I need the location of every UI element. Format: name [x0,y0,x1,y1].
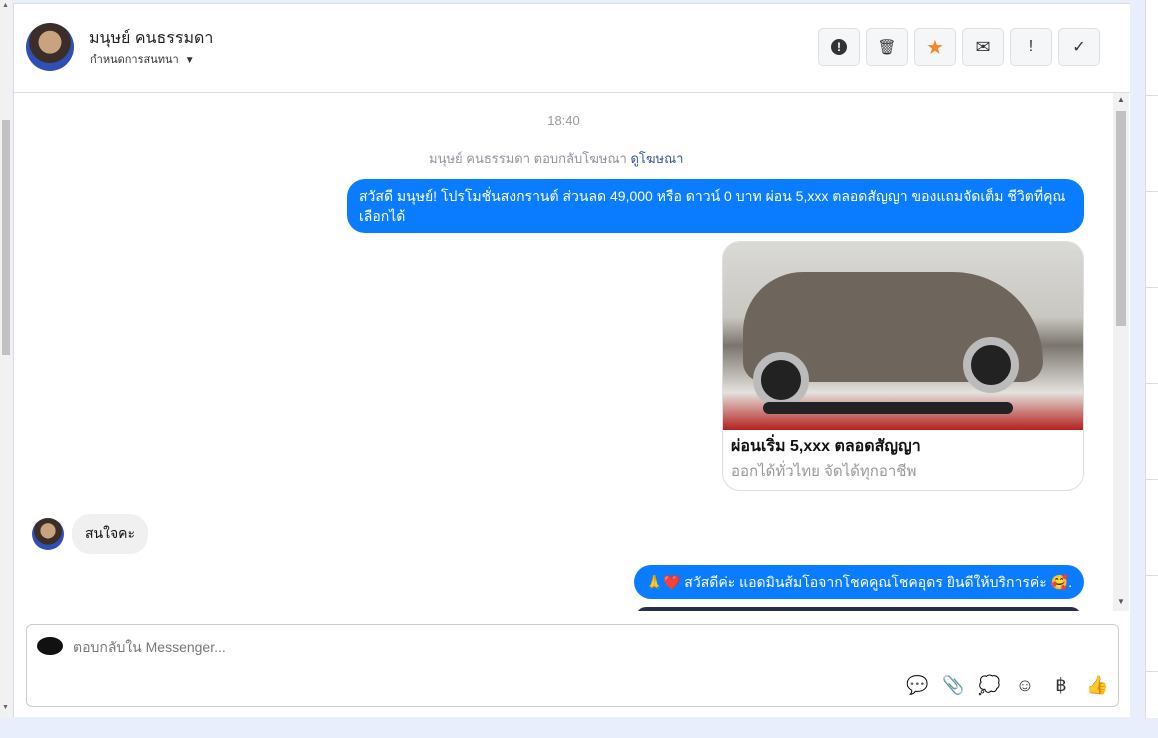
caret-down-icon: ▼ [184,55,195,66]
ad-card[interactable]: ผ่อนเริ่ม 5,xxx ตลอดสัญญา ออกได้ทั่วไทย … [722,241,1084,491]
view-ad-link[interactable]: ดูโฆษณา [630,151,683,166]
incoming-message: สนใจคะ [72,514,149,554]
emoji-icon[interactable]: ☺ [1014,675,1036,696]
message-list: 18:40 มนุษย์ คนธรรมดา ตอบกลับโฆษณา ดูโฆษ… [14,93,1113,611]
scroll-down-arrow[interactable]: ▼ [2,704,9,711]
scrollbar-thumb[interactable] [2,120,10,355]
chat-scrollbar[interactable]: ▲ ▼ [1113,93,1129,611]
right-sidebar [1145,0,1158,718]
envelope-icon: ✉ [975,36,991,57]
chat-dots-icon[interactable]: 💭 [978,675,1000,696]
saved-reply-icon[interactable]: 💬 [906,675,928,696]
car-image [723,242,1083,430]
note-text: มนุษย์ คนธรรมดา ตอบกลับโฆษณา [429,151,627,166]
ad-reply-note: มนุษย์ คนธรรมดา ตอบกลับโฆษณา ดูโฆษณา [429,148,683,169]
conversation-settings-dropdown[interactable]: กำหนดการสนทนา ▼ [90,50,195,68]
delete-button[interactable]: 🗑 [866,28,908,66]
scroll-up-arrow[interactable]: ▲ [2,2,9,9]
star-button[interactable]: ★ [914,28,956,66]
conversation-panel: มนุษย์ คนธรรมดา กำหนดการสนทนา ▼ ! 🗑 ★ ✉ !… [13,3,1130,717]
card-title: ผ่อนเริ่ม 5,xxx ตลอดสัญญา [731,438,921,455]
conversation-header: มนุษย์ คนธรรมดา กำหนดการสนทนา ▼ ! 🗑 ★ ✉ !… [14,4,1130,93]
scrollbar-thumb[interactable] [1116,111,1126,326]
reply-composer: 💬 📎 💭 ☺ ฿ 👍 [26,624,1119,707]
card-subtitle: ออกได้ทั่วไทย จัดได้ทุกอาชีพ [731,463,917,480]
check-icon: ✓ [1072,39,1086,56]
dropdown-label: กำหนดการสนทนา [90,54,179,66]
avatar [32,518,64,550]
outgoing-message: 🙏❤️ สวัสดีค่ะ แอดมินส้มโอจากโชคคูณโชคอุด… [633,565,1084,599]
outgoing-message: สวัสดี มนุษย์! โปรโมชั่นสงกรานต์ ส่วนลด … [347,179,1084,233]
star-icon: ★ [926,36,944,59]
reply-input[interactable] [73,635,873,659]
scroll-down-arrow[interactable]: ▼ [1117,597,1125,606]
mark-done-button[interactable]: ✓ [1058,28,1100,66]
thumbs-up-icon[interactable]: 👍 [1086,675,1108,696]
alert-circle-icon: ! [831,39,847,55]
incoming-message-row: สนใจคะ [32,514,149,554]
page-avatar [37,637,63,655]
baht-icon[interactable]: ฿ [1050,675,1072,696]
scroll-up-arrow[interactable]: ▲ [1117,95,1125,104]
image-preview [636,607,1081,611]
report-spam-button[interactable]: ! [818,28,860,66]
timestamp: 18:40 [547,113,580,128]
attachment-icon[interactable]: 📎 [942,675,964,696]
mark-unread-button[interactable]: ✉ [962,28,1004,66]
avatar[interactable] [26,23,74,71]
contact-name[interactable]: มนุษย์ คนธรรมดา [89,26,213,51]
follow-up-button[interactable]: ! [1010,28,1052,66]
trash-icon: 🗑 [877,39,897,56]
exclamation-icon: ! [1028,38,1034,55]
page-scrollbar[interactable]: ▲ ▼ [0,0,12,718]
